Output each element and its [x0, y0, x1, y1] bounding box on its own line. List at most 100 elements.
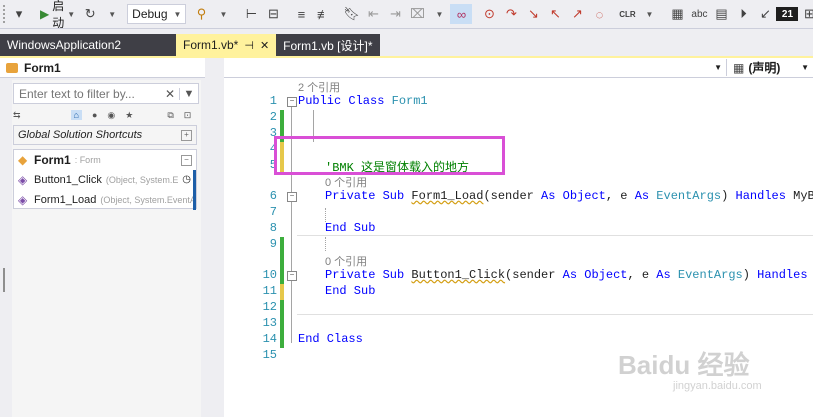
line-number: 5: [269, 158, 277, 172]
next-bookmark-icon[interactable]: ⇥: [384, 4, 406, 24]
clear-filter-icon[interactable]: ✕: [161, 87, 179, 101]
step-over-icon[interactable]: ↷: [500, 4, 522, 24]
code-text: ): [742, 268, 758, 282]
splitter-grip[interactable]: [3, 268, 5, 292]
collapse-minus-icon[interactable]: −: [181, 155, 192, 166]
pointer-icon[interactable]: ↖: [544, 4, 566, 24]
line-number: 6: [269, 189, 277, 203]
code-text: ): [721, 189, 736, 203]
bookmark-icon[interactable]: 🔖︎: [340, 4, 362, 24]
prev-bookmark-icon[interactable]: ⇤: [362, 4, 384, 24]
bookmark-dropdown-icon[interactable]: ▼: [428, 4, 450, 24]
codelens-references[interactable]: 2 个引用: [298, 79, 340, 95]
collapse-class-icon[interactable]: −: [287, 97, 297, 107]
list-item-button1-click[interactable]: ◈ Button1_Click (Object, System.E ◷: [14, 170, 196, 190]
line-number: 13: [262, 316, 277, 330]
scroll-indicator: [193, 190, 196, 210]
chevron-down-icon: ▼: [714, 63, 722, 72]
circle-icon[interactable]: ◉: [107, 110, 115, 121]
solution-config-select[interactable]: Debug ▼: [127, 4, 187, 24]
tab-form1-design[interactable]: Form1.vb [设计]*: [276, 34, 380, 56]
panel-splitter[interactable]: [205, 58, 224, 417]
stop-icon[interactable]: ◌: [588, 4, 610, 24]
navigation-bar: Form1 ▼ ▦ (声明) ▼: [0, 58, 813, 78]
chevron-down-icon: ▼: [173, 9, 182, 19]
class-dropdown-label: Form1: [24, 60, 61, 75]
find-icon[interactable]: ⚲: [190, 4, 212, 24]
code-navigation-panel: ✕ ▼ ⇆ ⌂ ● ◉ ★ ⧉ ⊡ Global Solution Shortc…: [12, 80, 201, 417]
line-number: 14: [262, 332, 277, 346]
find-dropdown-icon[interactable]: ▼: [212, 4, 234, 24]
start-dropdown-icon[interactable]: ▼: [67, 10, 75, 19]
global-shortcuts-label: Global Solution Shortcuts: [18, 129, 143, 141]
expand-icon[interactable]: ⊡: [184, 110, 192, 121]
keyword: As: [562, 268, 585, 282]
method-icon: ◈: [18, 173, 28, 187]
class-dropdown[interactable]: Form1 ▼: [0, 59, 727, 76]
copy-icon[interactable]: ⧉: [167, 110, 173, 121]
code-line[interactable]: Private Sub Form1_Load(sender As Object,…: [325, 189, 813, 203]
refresh-dropdown-icon[interactable]: ▼: [101, 4, 123, 24]
toolbar-grip[interactable]: [3, 5, 5, 23]
code-line[interactable]: End Sub: [325, 284, 375, 298]
main-toolbar: ▾ ▶ 启动 ▼ ↻ ▼ Debug ▼ ⚲ ▼ ⊢ ⊟ ≡ ≢ 🔖︎ ⇤ ⇥ …: [0, 0, 813, 29]
code-editor[interactable]: 2 个引用 1 2 3 4 5 6 7 8 9 10 11 12 13 14 1…: [224, 78, 813, 417]
line-number-badge[interactable]: 21: [776, 7, 799, 21]
collapse-method-icon[interactable]: −: [287, 192, 297, 202]
clr-dropdown-icon[interactable]: ▼: [638, 4, 660, 24]
cursor-arrow-icon[interactable]: ↙: [754, 4, 776, 24]
member-dropdown[interactable]: ▦ (声明) ▼: [727, 59, 813, 76]
comment-lines-icon[interactable]: ≡: [290, 4, 312, 24]
run-to-cursor-icon[interactable]: ⏵: [732, 4, 754, 24]
code-line[interactable]: Public Class Form1: [298, 94, 428, 108]
tab-project[interactable]: WindowsApplication2: [0, 34, 176, 56]
collapse-method-icon[interactable]: −: [287, 271, 297, 281]
line-number: 7: [269, 205, 277, 219]
toolbar-overflow-icon[interactable]: ▾: [8, 4, 30, 24]
code-text: (sender: [505, 268, 563, 282]
codelens-references[interactable]: 0 个引用: [325, 253, 367, 269]
start-debug-button[interactable]: ▶ 启动 ▼: [36, 0, 79, 28]
step-into-icon[interactable]: ↘: [522, 4, 544, 24]
window-layout-icon[interactable]: ⊞: [798, 4, 813, 24]
line-number: 8: [269, 221, 277, 235]
code-line[interactable]: Private Sub Button1_Click(sender As Obje…: [325, 268, 813, 282]
type-name: EventArgs: [677, 268, 743, 282]
clr-icon[interactable]: CLR: [616, 4, 638, 24]
close-icon[interactable]: ✕: [260, 39, 269, 52]
config-value: Debug: [132, 7, 168, 21]
keyword: Handles: [735, 189, 794, 203]
filter-funnel-icon[interactable]: ▼: [179, 87, 198, 100]
uncomment-lines-icon[interactable]: ≢: [312, 4, 334, 24]
code-line[interactable]: End Sub: [325, 221, 375, 235]
clear-bookmarks-icon[interactable]: ⌧: [406, 4, 428, 24]
document-tabs: WindowsApplication2 Form1.vb* ⊣ ✕ Form1.…: [0, 34, 813, 56]
indent-guide: [325, 208, 326, 222]
calculator-icon[interactable]: ▦: [666, 4, 688, 24]
refresh-icon[interactable]: ↻: [79, 4, 101, 24]
code-line[interactable]: End Class: [298, 332, 363, 346]
step-out-icon[interactable]: ↗: [566, 4, 588, 24]
spellcheck-icon[interactable]: abc: [688, 4, 710, 24]
pin-icon[interactable]: ⊣: [244, 39, 254, 52]
navigate-icon[interactable]: ⊟: [262, 4, 284, 24]
clock-icon: ◷: [182, 174, 191, 185]
home-icon[interactable]: ⌂: [70, 110, 82, 120]
format-icon[interactable]: ▤: [710, 4, 732, 24]
filter-box: ✕ ▼: [13, 83, 199, 104]
star-icon[interactable]: ★: [125, 110, 133, 121]
codelens-references[interactable]: 0 个引用: [325, 174, 367, 190]
user-icon[interactable]: ●: [92, 110, 97, 120]
debug-window-icon[interactable]: ⊙: [478, 4, 500, 24]
baidu-watermark: Baidu 经验 jingyan.baidu.com: [618, 345, 798, 405]
expand-plus-icon[interactable]: +: [181, 129, 192, 141]
filter-input[interactable]: [14, 85, 161, 102]
member-list: ◆ Form1 : Form − ◈ Button1_Click (Object…: [13, 149, 197, 210]
list-item-form1-load[interactable]: ◈ Form1_Load (Object, System.EventA: [14, 190, 196, 210]
breakpoint-step-icon[interactable]: ⊢: [240, 4, 262, 24]
sync-icon[interactable]: ⇆: [13, 110, 21, 121]
tab-form1-vb[interactable]: Form1.vb* ⊣ ✕: [176, 34, 277, 56]
global-shortcuts-header[interactable]: Global Solution Shortcuts +: [13, 125, 197, 145]
glasses-icon[interactable]: ∞: [450, 4, 473, 24]
list-item-form1[interactable]: ◆ Form1 : Form −: [14, 150, 196, 170]
